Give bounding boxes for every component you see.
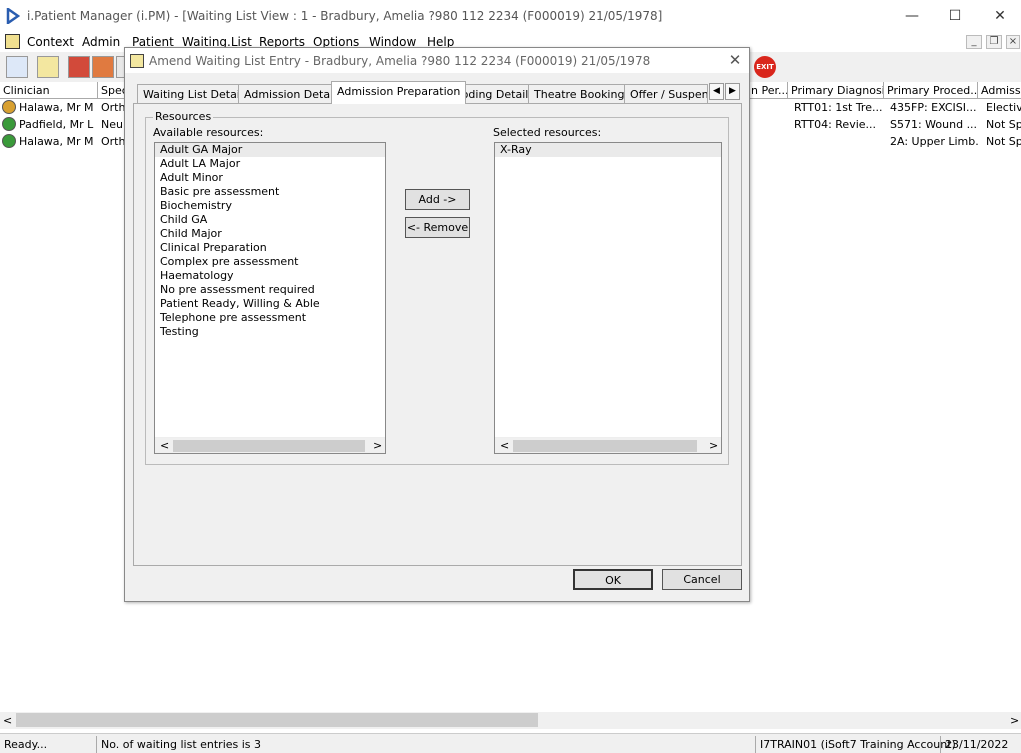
- waiting-status-icon: [2, 100, 16, 114]
- app-title-bar: i.Patient Manager (i.PM) - [Waiting List…: [0, 0, 1021, 33]
- clinician-cell: Padfield, Mr L: [19, 118, 94, 131]
- list-item[interactable]: No pre assessment required: [155, 283, 385, 297]
- list-item[interactable]: Adult LA Major: [155, 157, 385, 171]
- document-menu-icon[interactable]: [5, 34, 20, 49]
- list-item[interactable]: Child GA: [155, 213, 385, 227]
- column-header-clinician[interactable]: Clinician: [0, 82, 98, 99]
- selected-list-scrollbar[interactable]: < >: [495, 437, 721, 453]
- document-icon: [130, 54, 144, 68]
- close-window-button[interactable]: ✕: [990, 6, 1010, 26]
- available-resources-label: Available resources:: [153, 126, 264, 139]
- list-item[interactable]: Patient Ready, Willing & Able: [155, 297, 385, 311]
- column-header-primary-diagnosis[interactable]: Primary Diagnosis: [788, 82, 884, 99]
- printer-icon[interactable]: [37, 56, 59, 78]
- tab-scroll-right-icon[interactable]: ▶: [725, 83, 740, 100]
- mdi-minimize-button[interactable]: _: [966, 35, 982, 49]
- list-item[interactable]: Telephone pre assessment: [155, 311, 385, 325]
- waiting-status-icon: [2, 117, 16, 131]
- scroll-left-icon[interactable]: <: [160, 439, 169, 452]
- resources-group-title: Resources: [153, 110, 214, 123]
- list-item[interactable]: Adult Minor: [155, 171, 385, 185]
- scrollbar-thumb[interactable]: [16, 713, 538, 727]
- spec-cell: Neur: [101, 118, 127, 131]
- tab-theatre-bookings[interactable]: Theatre Bookings: [528, 84, 637, 103]
- list-item[interactable]: Basic pre assessment: [155, 185, 385, 199]
- status-user: I7TRAIN01 (iSoft7 Training Account): [755, 736, 960, 753]
- book-icon[interactable]: [68, 56, 90, 78]
- maximize-window-button[interactable]: ☐: [945, 6, 965, 26]
- dialog-title-bar: Amend Waiting List Entry - Bradbury, Ame…: [125, 48, 749, 73]
- amend-waiting-list-dialog: Amend Waiting List Entry - Bradbury, Ame…: [124, 47, 750, 602]
- scroll-left-icon[interactable]: <: [3, 714, 12, 727]
- status-date: 23/11/2022: [940, 736, 1012, 753]
- add-resource-button[interactable]: Add ->: [405, 189, 470, 210]
- available-resources-list[interactable]: Adult GA Major Adult LA Major Adult Mino…: [154, 142, 386, 454]
- tab-admission-preparation[interactable]: Admission Preparation: [331, 81, 467, 104]
- exit-icon[interactable]: EXIT: [754, 56, 776, 78]
- edit-book-icon[interactable]: [92, 56, 114, 78]
- column-header-primary-procedure[interactable]: Primary Proced...: [884, 82, 978, 99]
- status-bar: Ready... No. of waiting list entries is …: [0, 733, 1021, 753]
- tab-scroll-left-icon[interactable]: ◀: [709, 83, 724, 100]
- menu-admin[interactable]: Admin: [82, 35, 120, 49]
- scroll-left-icon[interactable]: <: [500, 439, 509, 452]
- list-item[interactable]: Clinical Preparation: [155, 241, 385, 255]
- list-item[interactable]: Adult GA Major: [155, 143, 385, 157]
- list-item[interactable]: Haematology: [155, 269, 385, 283]
- app-title: i.Patient Manager (i.PM) - [Waiting List…: [27, 9, 663, 23]
- spec-cell: Ortho: [101, 135, 127, 148]
- tab-waiting-list-details[interactable]: Waiting List Details: [137, 84, 255, 103]
- list-item[interactable]: Biochemistry: [155, 199, 385, 213]
- available-list-scrollbar[interactable]: < >: [155, 437, 385, 453]
- procedure-cell: 435FP: EXCISI...: [890, 101, 977, 114]
- column-header-per[interactable]: n Per...: [748, 82, 788, 99]
- app-logo-icon: [6, 8, 20, 24]
- dialog-close-button[interactable]: ✕: [726, 51, 744, 69]
- mdi-restore-button[interactable]: ❐: [986, 35, 1002, 49]
- selected-resources-list[interactable]: X-Ray < >: [494, 142, 722, 454]
- clinician-cell: Halawa, Mr M: [19, 135, 94, 148]
- list-item[interactable]: Testing: [155, 325, 385, 339]
- dialog-title: Amend Waiting List Entry - Bradbury, Ame…: [149, 54, 651, 68]
- procedure-cell: S571: Wound ...: [890, 118, 978, 131]
- admission-cell: Elective: [986, 101, 1021, 114]
- scroll-right-icon[interactable]: >: [1010, 714, 1019, 727]
- scroll-right-icon[interactable]: >: [373, 439, 382, 452]
- scrollbar-thumb[interactable]: [513, 440, 697, 452]
- list-item[interactable]: Child Major: [155, 227, 385, 241]
- list-item[interactable]: X-Ray: [495, 143, 721, 157]
- diagnosis-cell: RTT01: 1st Tre...: [794, 101, 883, 114]
- diagnosis-cell: RTT04: Revie...: [794, 118, 877, 131]
- admission-cell: Not Spe: [986, 118, 1021, 131]
- minimize-window-button[interactable]: —: [902, 6, 922, 26]
- spec-cell: Ortho: [101, 101, 127, 114]
- remove-resource-button[interactable]: <- Remove: [405, 217, 470, 238]
- patient-icon[interactable]: [6, 56, 28, 78]
- scroll-right-icon[interactable]: >: [709, 439, 718, 452]
- mdi-close-button[interactable]: ×: [1006, 35, 1020, 49]
- status-ready: Ready...: [4, 738, 48, 751]
- procedure-cell: 2A: Upper Limb...: [890, 135, 978, 148]
- scrollbar-thumb[interactable]: [173, 440, 365, 452]
- tab-offer-suspend[interactable]: Offer / Suspend: [624, 84, 708, 103]
- waiting-status-icon: [2, 134, 16, 148]
- diagnosis-cell: [792, 133, 884, 150]
- ok-button[interactable]: OK: [573, 569, 653, 590]
- clinician-cell: Halawa, Mr M: [19, 101, 94, 114]
- status-entry-count: No. of waiting list entries is 3: [96, 736, 265, 753]
- selected-resources-label: Selected resources:: [493, 126, 602, 139]
- column-header-admission[interactable]: Admissi: [978, 82, 1021, 99]
- list-item[interactable]: Complex pre assessment: [155, 255, 385, 269]
- admission-cell: Not Spe: [986, 135, 1021, 148]
- menu-context[interactable]: Context: [27, 35, 74, 49]
- cancel-button[interactable]: Cancel: [662, 569, 742, 590]
